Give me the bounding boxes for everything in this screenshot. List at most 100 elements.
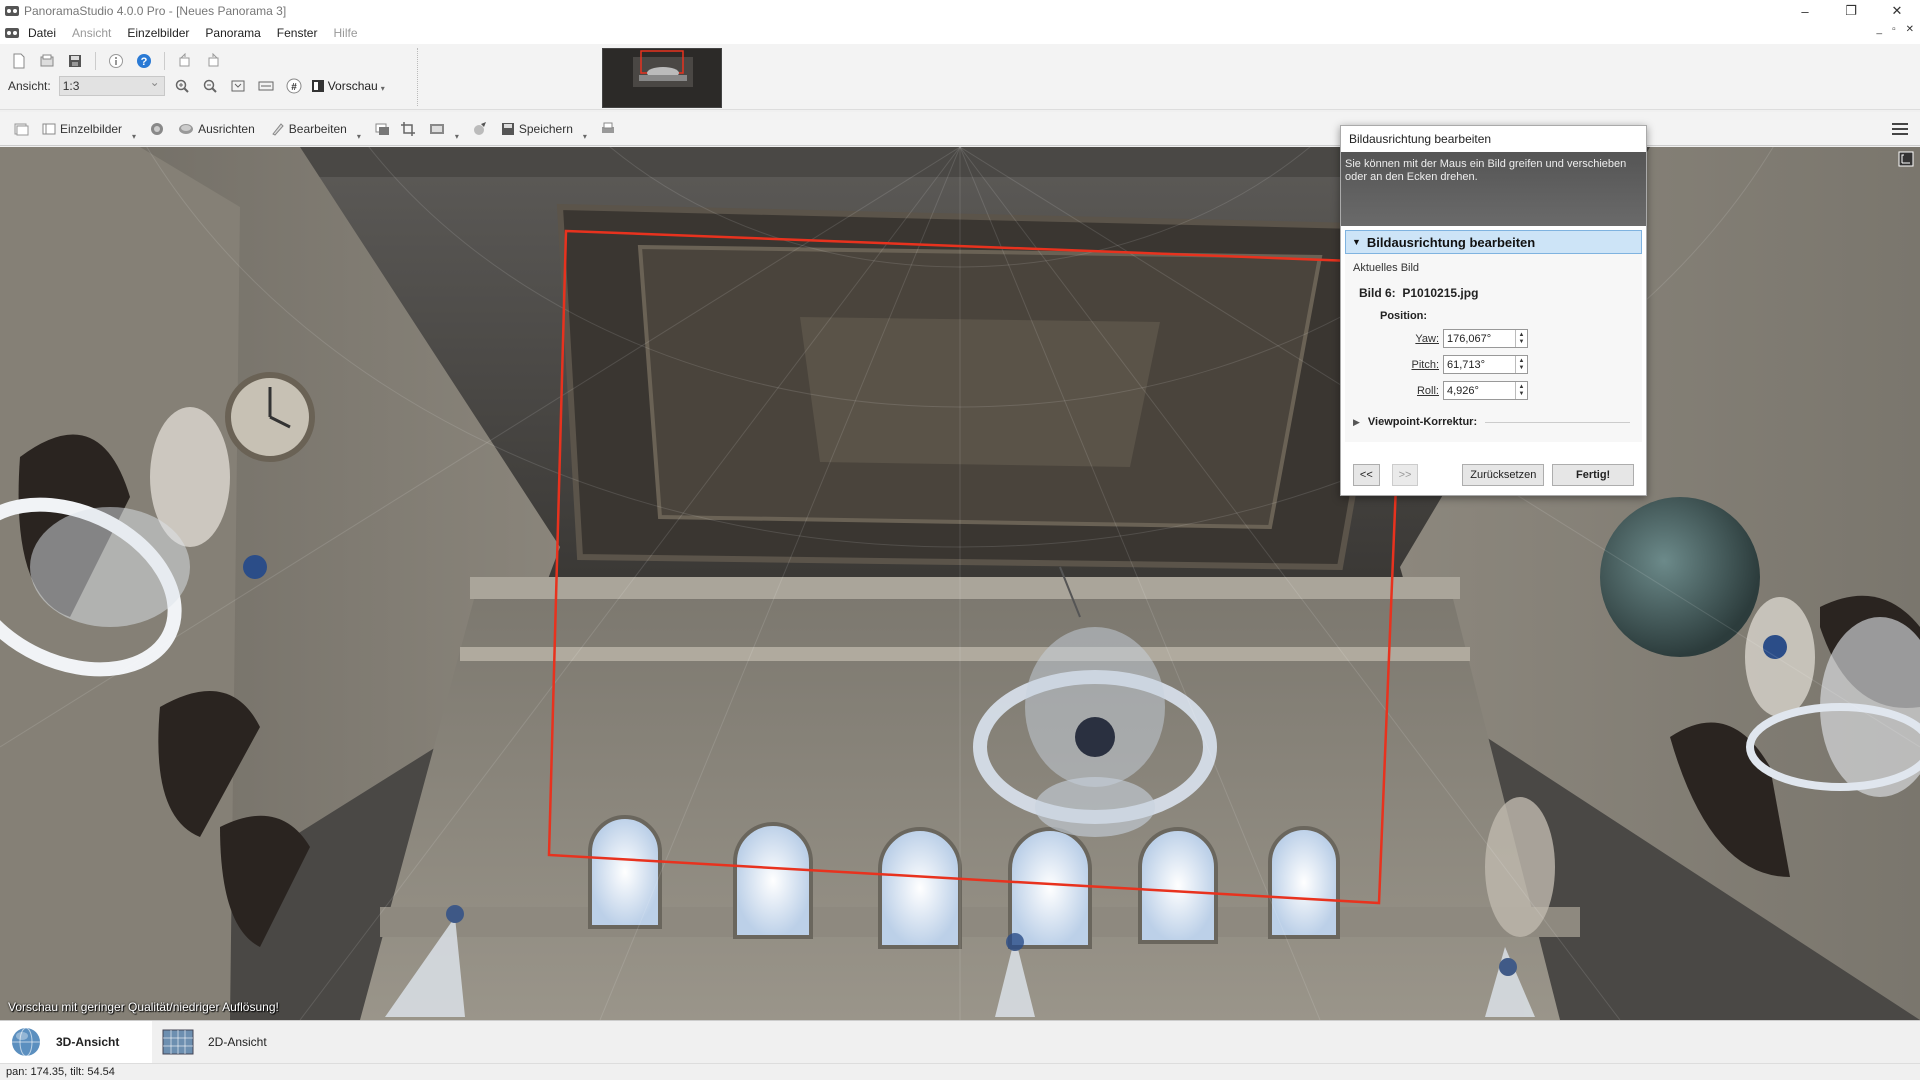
menu-panorama[interactable]: Panorama xyxy=(197,26,268,40)
mdi-close-button[interactable]: ✕ xyxy=(1906,24,1914,35)
preview-icon xyxy=(311,80,324,92)
yaw-row: Yaw: 176,067° ▲ ▼ xyxy=(1349,329,1638,348)
pitch-label: Pitch: xyxy=(1411,358,1439,371)
save-icon[interactable] xyxy=(64,50,86,72)
print-icon[interactable] xyxy=(597,118,619,140)
current-image-label: Aktuelles Bild xyxy=(1353,262,1420,274)
done-button[interactable]: Fertig! xyxy=(1552,464,1634,486)
image-options-button[interactable]: ▾ xyxy=(423,117,465,141)
chevron-down-icon: ▼ xyxy=(1352,237,1361,247)
view-tab-bar: 3D-Ansicht 2D-Ansicht xyxy=(0,1020,1920,1063)
menu-hamburger-icon[interactable] xyxy=(1892,122,1908,139)
menu-bar: Datei Ansicht Einzelbilder Panorama Fens… xyxy=(0,22,1920,44)
einzelbilder-label: Einzelbilder xyxy=(60,121,123,136)
help-icon[interactable]: ? xyxy=(133,50,155,72)
yaw-value[interactable]: 176,067° xyxy=(1444,333,1515,345)
menu-einzelbilder[interactable]: Einzelbilder xyxy=(119,26,197,40)
close-button[interactable]: ✕ xyxy=(1874,0,1920,22)
image-prefix: Bild 6: xyxy=(1359,286,1396,300)
speichern-button[interactable]: Speichern ▾ xyxy=(495,117,593,141)
speichern-label: Speichern xyxy=(518,121,573,136)
tab-3d-label: 3D-Ansicht xyxy=(56,1035,120,1049)
dialog-info-text: Sie können mit der Maus ein Bild greifen… xyxy=(1341,152,1646,226)
ansicht-label: Ansicht: xyxy=(8,79,51,93)
tab-3d-view[interactable]: 3D-Ansicht xyxy=(0,1021,152,1063)
app-icon xyxy=(5,6,19,16)
menu-fenster[interactable]: Fenster xyxy=(269,26,326,40)
globe-icon xyxy=(12,1027,40,1057)
previous-image-button[interactable]: << xyxy=(1353,464,1380,486)
menu-datei[interactable]: Datei xyxy=(20,26,64,40)
redo-icon[interactable] xyxy=(202,50,224,72)
dialog-button-row: << >> Zurücksetzen Fertig! xyxy=(1341,455,1646,495)
pitch-spinbox[interactable]: 61,713° ▲ ▼ xyxy=(1443,355,1528,374)
undo-icon[interactable] xyxy=(174,50,196,72)
bearbeiten-button[interactable]: Bearbeiten ▾ xyxy=(265,117,367,141)
yaw-label: Yaw: xyxy=(1415,332,1439,345)
current-image-name: Bild 6: P1010215.jpg xyxy=(1349,274,1638,300)
ausrichten-button[interactable]: Ausrichten xyxy=(172,117,261,141)
einzelbilder-button[interactable]: Einzelbilder ▾ xyxy=(36,117,142,141)
roll-row: Roll: 4,926° ▲ ▼ xyxy=(1349,381,1638,400)
image-alignment-dialog: Bildausrichtung bearbeiten Sie können mi… xyxy=(1340,125,1647,496)
alignment-section-header[interactable]: ▼ Bildausrichtung bearbeiten xyxy=(1345,230,1642,254)
roll-value[interactable]: 4,926° xyxy=(1444,385,1515,397)
svg-text:#: # xyxy=(291,82,297,93)
edit-icon xyxy=(271,122,284,136)
pitch-value[interactable]: 61,713° xyxy=(1444,359,1515,371)
next-image-button[interactable]: >> xyxy=(1391,464,1419,486)
toolbar-row-2: Ansicht: 1:3 # Vorschau ▾ xyxy=(8,75,385,97)
toolbar-divider xyxy=(417,48,418,106)
fit-view-icon[interactable] xyxy=(227,75,249,97)
yaw-spinbox[interactable]: 176,067° ▲ ▼ xyxy=(1443,329,1528,348)
mdi-controls: _ ▫ ✕ xyxy=(1877,24,1915,35)
align-icon xyxy=(179,123,194,134)
chevron-right-icon: ▶ xyxy=(1353,416,1360,427)
vorschau-label: Vorschau xyxy=(327,79,378,93)
pitch-spin-arrows[interactable]: ▲ ▼ xyxy=(1515,356,1527,373)
fullscreen-toggle-icon[interactable] xyxy=(1898,151,1914,167)
bearbeiten-label: Bearbeiten xyxy=(288,121,347,136)
images-icon xyxy=(42,123,56,134)
image-filename: P1010215.jpg xyxy=(1402,286,1479,300)
svg-text:?: ? xyxy=(141,56,148,68)
zoom-in-icon[interactable] xyxy=(171,75,193,97)
grid-icon[interactable]: # xyxy=(283,75,305,97)
open-file-icon[interactable] xyxy=(36,50,58,72)
dialog-title: Bildausrichtung bearbeiten xyxy=(1341,126,1646,152)
tab-2d-view[interactable]: 2D-Ansicht xyxy=(152,1021,302,1063)
roll-label: Roll: xyxy=(1416,384,1439,397)
color-correction-icon[interactable] xyxy=(469,118,491,140)
viewpoint-section-header[interactable]: ▶ Viewpoint-Korrektur: xyxy=(1353,416,1631,428)
menu-hilfe[interactable]: Hilfe xyxy=(325,26,365,40)
panorama-thumbnail[interactable] xyxy=(602,48,722,108)
minimize-button[interactable]: – xyxy=(1782,0,1828,22)
tab-2d-label: 2D-Ansicht xyxy=(208,1035,267,1049)
full-width-icon[interactable] xyxy=(255,75,277,97)
info-icon[interactable] xyxy=(105,50,127,72)
crop-icon[interactable] xyxy=(397,118,419,140)
zoom-out-icon[interactable] xyxy=(199,75,221,97)
yaw-spin-arrows[interactable]: ▲ ▼ xyxy=(1515,330,1527,347)
toolbar-area: ? Ansicht: 1:3 # Vorschau ▾ xyxy=(0,44,1920,110)
import-icon[interactable] xyxy=(10,118,32,140)
reset-button[interactable]: Zurücksetzen xyxy=(1462,464,1545,486)
menu-ansicht[interactable]: Ansicht xyxy=(64,26,119,40)
alignment-section-title: Bildausrichtung bearbeiten xyxy=(1366,234,1536,250)
image-icon xyxy=(429,123,444,134)
mdi-restore-button[interactable]: ▫ xyxy=(1892,24,1896,35)
maximize-button[interactable]: ❐ xyxy=(1828,0,1874,22)
stitch-icon[interactable] xyxy=(146,118,168,140)
layers-icon[interactable] xyxy=(371,118,393,140)
vorschau-button[interactable]: Vorschau ▾ xyxy=(311,79,385,93)
document-icon[interactable] xyxy=(4,25,20,41)
ausrichten-label: Ausrichten xyxy=(198,121,255,136)
preview-quality-notice: Vorschau mit geringer Qualität/niedriger… xyxy=(8,1000,279,1014)
zoom-select[interactable]: 1:3 xyxy=(58,75,165,96)
roll-spinbox[interactable]: 4,926° ▲ ▼ xyxy=(1443,381,1528,400)
flat-map-icon xyxy=(162,1029,194,1055)
status-bar: pan: 174.35, tilt: 54.54 xyxy=(0,1063,1920,1080)
mdi-minimize-button[interactable]: _ xyxy=(1877,24,1883,35)
new-file-icon[interactable] xyxy=(8,50,30,72)
roll-spin-arrows[interactable]: ▲ ▼ xyxy=(1515,382,1527,399)
